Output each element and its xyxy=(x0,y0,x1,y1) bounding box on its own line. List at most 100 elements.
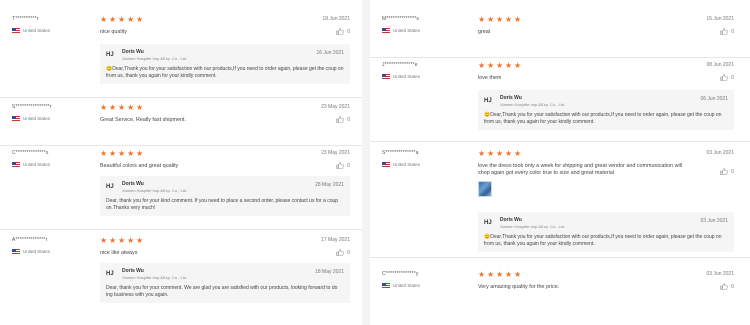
seller-name: Doris Wu xyxy=(122,268,144,274)
review-body: ★ ★ ★ ★ ★ 08 Jun 2021 love them 0 HJ Doris W… xyxy=(478,62,734,134)
reviewer-name: M**************s xyxy=(382,16,420,22)
star-rating: ★ ★ ★ ★ ★ xyxy=(478,150,734,158)
reviewer-country: United States xyxy=(382,283,462,288)
us-flag-icon xyxy=(12,116,20,121)
star-icon: ★ xyxy=(109,103,117,112)
reviewer-name: C**************y xyxy=(382,271,419,277)
reply-text: Dear, thank you for your comment. We are… xyxy=(106,285,338,298)
helpful-button[interactable]: 0 xyxy=(720,168,734,175)
star-icon: ★ xyxy=(118,236,126,245)
star-icon: ★ xyxy=(118,15,126,24)
reply-text: 😊Dear,Thank you for your satisfaction wi… xyxy=(484,234,722,247)
star-icon: ★ xyxy=(109,15,117,24)
star-rating: ★ ★ ★ ★ ★ xyxy=(100,150,350,158)
us-flag-icon xyxy=(12,249,20,254)
review-item: A**************r United States ★ ★ ★ ★ ★ 17 … xyxy=(0,237,362,325)
review-date: 03 Jun 2021 xyxy=(706,271,734,277)
star-icon: ★ xyxy=(514,15,522,24)
star-icon: ★ xyxy=(136,103,144,112)
review-item: J**************e United States ★ ★ ★ ★ ★ 08 … xyxy=(370,62,750,142)
reply-text: 😊Dear,Thank you for your satisfaction wi… xyxy=(484,112,722,125)
seller-name: Doris Wu xyxy=(122,49,144,55)
helpful-button[interactable]: 0 xyxy=(720,28,734,35)
helpful-button[interactable]: 0 xyxy=(336,249,350,256)
country-name: United States xyxy=(23,28,51,33)
star-icon: ★ xyxy=(496,15,504,24)
star-icon: ★ xyxy=(127,149,135,158)
review-text: nice like always xyxy=(100,250,138,256)
us-flag-icon xyxy=(382,28,390,33)
star-icon: ★ xyxy=(136,149,144,158)
review-photo[interactable] xyxy=(478,181,492,197)
review-date: 23 May 2021 xyxy=(321,104,350,110)
review-text: nice quality xyxy=(100,29,127,35)
reviewer-info: C**************s United States xyxy=(12,150,92,167)
review-text: great xyxy=(478,29,491,35)
star-icon: ★ xyxy=(487,61,495,70)
star-rating: ★ ★ ★ ★ ★ xyxy=(478,271,734,279)
reply-header: HJ Doris Wu Xiamen Hospitte Imp.&Exp. Co… xyxy=(484,216,728,230)
reviewer-info: M**************s United States xyxy=(382,16,462,33)
review-text: love them xyxy=(478,75,502,81)
us-flag-icon xyxy=(12,162,20,167)
review-item: C**************y United States ★ ★ ★ ★ ★ 03 … xyxy=(370,271,750,325)
star-icon: ★ xyxy=(505,61,513,70)
us-flag-icon xyxy=(12,28,20,33)
seller-company: Xiamen Hospitte Imp.&Exp. Co., Ltd. xyxy=(500,224,566,229)
seller-reply: HJ Doris Wu Xiamen Hospitte Imp.&Exp. Co… xyxy=(478,90,734,130)
reviewer-name: J**************e xyxy=(382,62,418,68)
review-date: 17 May 2021 xyxy=(321,237,350,243)
helpful-button[interactable]: 0 xyxy=(336,116,350,123)
reply-date: 03 Jun 2021 xyxy=(700,218,728,224)
helpful-button[interactable]: 0 xyxy=(720,283,734,290)
seller-name: Doris Wu xyxy=(122,181,144,187)
review-item: T**********r United States ★ ★ ★ ★ ★ 18 Jun … xyxy=(0,16,362,98)
helpful-button[interactable]: 0 xyxy=(336,28,350,35)
seller-company: Xiamen Hospitte Imp.&Exp. Co., Ltd. xyxy=(122,275,188,280)
reviewer-country: United States xyxy=(12,249,92,254)
star-rating: ★ ★ ★ ★ ★ xyxy=(100,104,350,112)
star-rating: ★ ★ ★ ★ ★ xyxy=(100,237,350,245)
star-icon: ★ xyxy=(100,15,108,24)
review-text: Great Service, Really fast shipment. xyxy=(100,117,186,123)
reviewer-country: United States xyxy=(382,28,462,33)
reviewer-country: United States xyxy=(382,74,462,79)
reply-date: 06 Jun 2021 xyxy=(700,96,728,102)
reviewer-info: T**********r United States xyxy=(12,16,92,33)
seller-company: Xiamen Hospitte Imp.&Exp. Co., Ltd. xyxy=(122,188,188,193)
thumbs-up-icon xyxy=(720,74,728,81)
star-icon: ★ xyxy=(478,270,486,279)
seller-company: Xiamen Hospitte Imp.&Exp. Co., Ltd. xyxy=(500,102,566,107)
reply-text: 😊Dear,Thank you for your satisfaction wi… xyxy=(106,66,344,79)
helpful-count: 0 xyxy=(731,74,734,81)
star-rating: ★ ★ ★ ★ ★ xyxy=(478,16,734,24)
reviewer-country: United States xyxy=(12,162,92,167)
seller-name: Doris Wu xyxy=(500,217,522,223)
star-icon: ★ xyxy=(496,61,504,70)
star-icon: ★ xyxy=(514,61,522,70)
seller-avatar: HJ xyxy=(484,220,492,226)
seller-name: Doris Wu xyxy=(500,95,522,101)
reviewer-name: S**************a xyxy=(382,150,419,156)
helpful-button[interactable]: 0 xyxy=(720,74,734,81)
star-icon: ★ xyxy=(136,15,144,24)
thumbs-up-icon xyxy=(720,168,728,175)
review-body: ★ ★ ★ ★ ★ 23 May 2021 Beautiful colors and g… xyxy=(100,150,350,222)
reply-header: HJ Doris Wu Xiamen Hospitte Imp.&Exp. Co… xyxy=(106,48,344,62)
review-item: M**************s United States ★ ★ ★ ★ ★ 15 … xyxy=(370,16,750,58)
star-rating: ★ ★ ★ ★ ★ xyxy=(100,16,350,24)
reviewer-info: S**************a United States xyxy=(382,150,462,167)
helpful-button[interactable]: 0 xyxy=(336,162,350,169)
thumbs-up-icon xyxy=(720,283,728,290)
column-divider xyxy=(362,0,370,325)
star-icon: ★ xyxy=(118,149,126,158)
star-icon: ★ xyxy=(478,61,486,70)
reply-header: HJ Doris Wu Xiamen Hospitte Imp.&Exp. Co… xyxy=(484,94,728,108)
star-icon: ★ xyxy=(118,103,126,112)
reviews-column-right: M**************s United States ★ ★ ★ ★ ★ 15 … xyxy=(370,0,750,325)
review-text: Beautiful colors and great quality xyxy=(100,163,179,169)
review-body: ★ ★ ★ ★ ★ 15 Jun 2021 great 0 xyxy=(478,16,734,48)
seller-company: Xiamen Hospitte Imp.&Exp. Co., Ltd. xyxy=(122,56,188,61)
reply-header: HJ Doris Wu Xiamen Hospitte Imp.&Exp. Co… xyxy=(106,267,344,281)
star-icon: ★ xyxy=(514,270,522,279)
